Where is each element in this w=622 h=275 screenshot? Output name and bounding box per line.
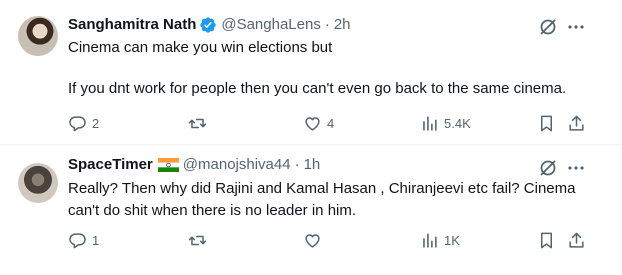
views-icon <box>423 115 437 131</box>
share-button[interactable] <box>567 229 586 251</box>
avatar[interactable] <box>18 16 58 56</box>
grok-icon[interactable] <box>538 158 558 178</box>
reply-icon <box>69 232 86 248</box>
retweet-button[interactable] <box>188 229 212 251</box>
views-count: 5.4K <box>444 115 471 131</box>
retweet-icon <box>188 118 207 128</box>
tweet-text-line: can't do shit when there is no leader in… <box>68 202 357 219</box>
verified-badge-icon <box>199 16 217 34</box>
retweet-button[interactable] <box>188 112 212 134</box>
share-icon <box>569 232 584 248</box>
author-name[interactable]: SpaceTimer <box>68 155 153 175</box>
author-handle[interactable]: @SanghaLens <box>221 15 320 35</box>
share-icon <box>569 115 584 131</box>
author-handle[interactable]: @manojshiva44 <box>183 155 291 175</box>
views-icon <box>423 232 437 248</box>
like-button[interactable]: 4 <box>303 112 334 134</box>
reply-button[interactable]: 2 <box>68 112 99 134</box>
timestamp[interactable]: 1h <box>304 155 321 175</box>
more-icon[interactable] <box>566 17 586 37</box>
bookmark-button[interactable] <box>537 112 556 134</box>
tweet-text-line: If you dnt work for people then you can'… <box>68 80 567 97</box>
action-bar: 2 4 5.4K <box>0 112 622 134</box>
views-count: 1K <box>444 232 460 248</box>
reply-count: 2 <box>92 115 100 131</box>
timestamp[interactable]: 2h <box>334 15 351 35</box>
like-icon <box>305 233 320 248</box>
views-button[interactable]: 1K <box>420 229 460 251</box>
reply-button[interactable]: 1 <box>68 229 99 251</box>
like-button[interactable] <box>303 229 327 251</box>
separator-dot: · <box>294 156 300 173</box>
like-count: 4 <box>327 115 335 131</box>
more-icon[interactable] <box>566 158 586 178</box>
bookmark-icon <box>540 232 553 248</box>
views-button[interactable]: 5.4K <box>420 112 471 134</box>
avatar[interactable] <box>18 163 58 203</box>
author-name[interactable]: Sanghamitra Nath <box>68 15 196 35</box>
tweet-header: Sanghamitra Nath @SanghaLens · 2h <box>68 15 351 35</box>
tweet[interactable]: SpaceTimer @manojshiva44 · 1h Really? Th… <box>0 145 622 275</box>
bookmark-button[interactable] <box>537 229 556 251</box>
separator-dot: · <box>324 16 330 33</box>
grok-icon[interactable] <box>538 17 558 37</box>
tweet-text-line: Cinema can make you win elections but <box>68 39 333 56</box>
reply-count: 1 <box>92 232 100 248</box>
action-bar: 1 1K <box>0 229 622 251</box>
tweet-header: SpaceTimer @manojshiva44 · 1h <box>68 155 320 175</box>
tweet[interactable]: Sanghamitra Nath @SanghaLens · 2h Cinema… <box>0 0 622 144</box>
share-button[interactable] <box>567 112 586 134</box>
india-flag-icon <box>157 158 179 172</box>
reply-icon <box>69 115 86 131</box>
tweet-text-line: Really? Then why did Rajini and Kamal Ha… <box>68 180 576 197</box>
like-icon <box>305 116 320 131</box>
bookmark-icon <box>540 115 553 131</box>
retweet-icon <box>188 235 207 245</box>
